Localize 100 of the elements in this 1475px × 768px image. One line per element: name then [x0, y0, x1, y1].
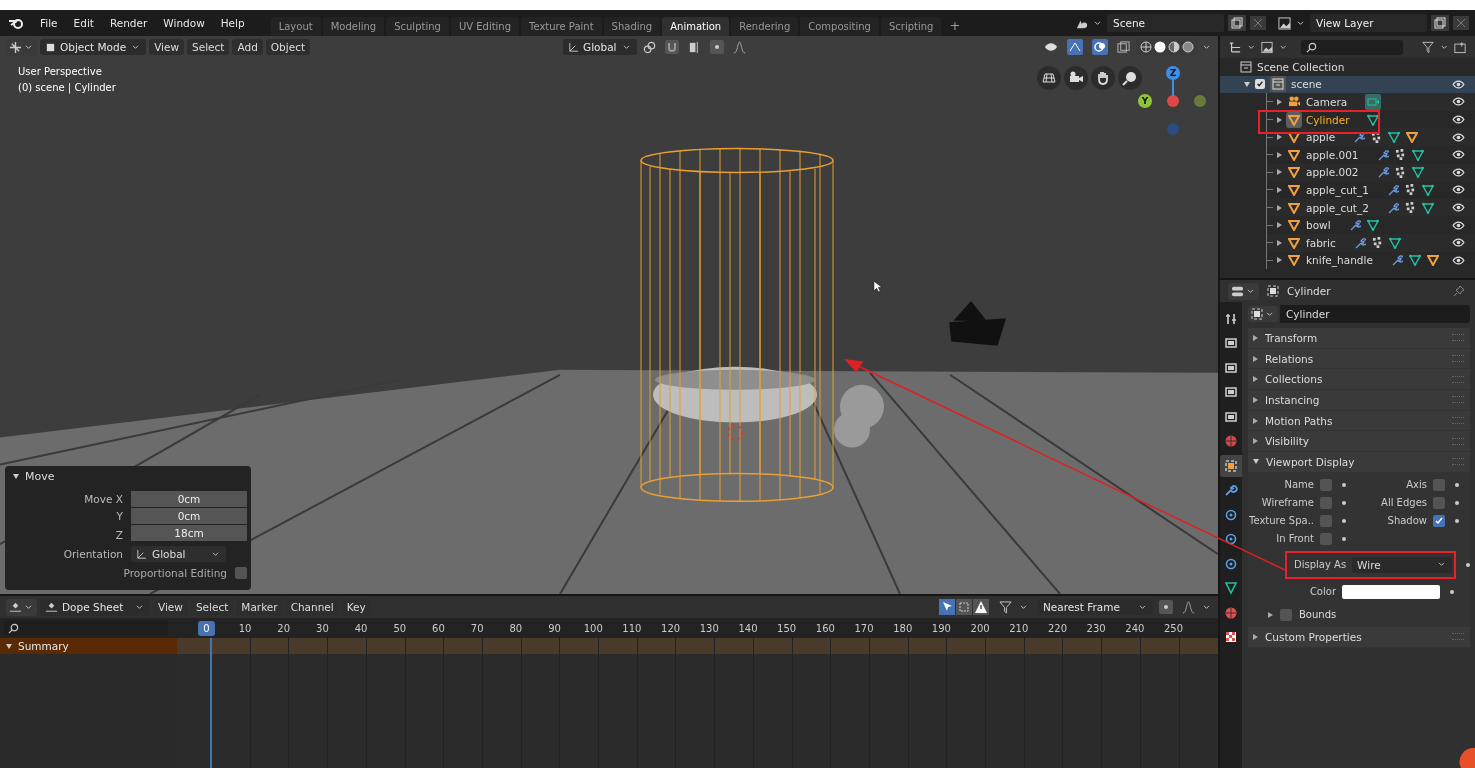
- object-name-field[interactable]: Cylinder: [1280, 305, 1471, 323]
- expand-icon[interactable]: [1253, 334, 1258, 341]
- eye-icon[interactable]: [1452, 79, 1465, 89]
- outliner-icon[interactable]: [1229, 40, 1241, 54]
- collection-name[interactable]: Scene Collection: [1257, 60, 1345, 73]
- object-type-button[interactable]: [1248, 306, 1278, 322]
- falloff-icon[interactable]: [1182, 600, 1195, 614]
- visibility-icon[interactable]: [1044, 42, 1058, 52]
- copy-icon[interactable]: [1431, 15, 1449, 31]
- eye-icon[interactable]: [1452, 97, 1465, 107]
- checkbox[interactable]: [1320, 496, 1332, 509]
- orientation-dropdown[interactable]: Global: [563, 39, 637, 55]
- outliner-row[interactable]: Cylinder: [1267, 110, 1475, 129]
- keyframe-dot[interactable]: [1455, 518, 1459, 523]
- checkbox[interactable]: [1255, 79, 1265, 90]
- expand-icon[interactable]: [1277, 151, 1282, 158]
- eye-icon[interactable]: [1452, 115, 1465, 125]
- number-field[interactable]: 0cm: [131, 491, 247, 507]
- eye-icon[interactable]: [1452, 132, 1465, 142]
- panel-header[interactable]: Custom Properties: [1248, 626, 1471, 648]
- keyframe-dot[interactable]: [1466, 562, 1471, 567]
- eye-icon[interactable]: [1452, 185, 1465, 195]
- checkbox[interactable]: [1320, 532, 1332, 545]
- outliner-row[interactable]: knife_handle: [1267, 251, 1475, 270]
- scene-field[interactable]: Scene: [1107, 14, 1224, 32]
- expand-icon[interactable]: [1253, 417, 1258, 424]
- new-collection-icon[interactable]: [1454, 40, 1467, 54]
- wrench-icon[interactable]: [1376, 166, 1389, 179]
- mesh-data-icon[interactable]: [1388, 236, 1401, 249]
- grid-icon[interactable]: [1037, 66, 1061, 90]
- checkbox[interactable]: [1433, 478, 1445, 491]
- wrench-icon[interactable]: [1386, 183, 1399, 196]
- expand-icon[interactable]: [1253, 376, 1258, 383]
- mode-dropdown[interactable]: Dope Sheet: [40, 598, 150, 616]
- orientation-dropdown[interactable]: Global: [131, 546, 226, 562]
- falloff-icon[interactable]: [732, 40, 746, 54]
- color-swatch[interactable]: [1342, 584, 1440, 599]
- warning-icon[interactable]: [973, 599, 989, 615]
- keyframe-dot[interactable]: [1342, 536, 1346, 541]
- mesh-data-icon[interactable]: [1421, 183, 1434, 196]
- checkbox[interactable]: [1320, 478, 1332, 491]
- wrench-icon[interactable]: [1386, 201, 1399, 214]
- menu-item[interactable]: View: [149, 39, 185, 55]
- menu-item[interactable]: Edit: [67, 15, 100, 31]
- summary-channel[interactable]: Summary: [0, 638, 177, 654]
- checkbox[interactable]: [1280, 608, 1292, 621]
- workspace-tab[interactable]: Scripting: [880, 17, 942, 36]
- view-layer-field[interactable]: View Layer: [1310, 14, 1427, 32]
- keyframe-dot[interactable]: [1450, 589, 1454, 594]
- subpanel-title[interactable]: Bounds: [1299, 609, 1337, 621]
- expand-icon[interactable]: [1277, 239, 1282, 246]
- collapse-icon[interactable]: [13, 474, 19, 479]
- panel-header[interactable]: Transform: [1248, 328, 1471, 349]
- menu-item[interactable]: File: [34, 15, 64, 31]
- wrench-icon[interactable]: [1353, 131, 1366, 144]
- particles-icon[interactable]: [1371, 131, 1383, 143]
- wrench-icon[interactable]: [1376, 148, 1389, 161]
- expand-icon[interactable]: [1277, 204, 1282, 211]
- particles-icon[interactable]: [1404, 184, 1416, 196]
- menu-item[interactable]: Help: [214, 15, 251, 31]
- wrench-icon[interactable]: [1348, 219, 1361, 232]
- expand-icon[interactable]: [1253, 396, 1258, 403]
- snap-icon[interactable]: [687, 40, 701, 54]
- material-shading-icon[interactable]: [1168, 41, 1180, 53]
- outliner-row[interactable]: apple_cut_1: [1267, 181, 1475, 199]
- particles-icon[interactable]: [1404, 202, 1416, 214]
- workspace-tab[interactable]: Layout: [270, 17, 321, 36]
- mesh-data-icon[interactable]: [1411, 166, 1424, 179]
- expand-icon[interactable]: [1244, 81, 1250, 87]
- mode-dropdown[interactable]: Object Mode: [40, 39, 147, 55]
- solid-shading-icon[interactable]: [1154, 41, 1166, 53]
- collection-name[interactable]: scene: [1291, 78, 1322, 91]
- menu-item[interactable]: Window: [157, 15, 211, 31]
- camera-icon[interactable]: [1064, 66, 1088, 90]
- menu-item[interactable]: Add: [232, 39, 263, 55]
- expand-icon[interactable]: [1253, 633, 1258, 640]
- particles-icon[interactable]: [1394, 166, 1406, 178]
- expand-icon[interactable]: [1277, 169, 1282, 176]
- mesh-data-icon[interactable]: [1367, 113, 1380, 126]
- keyframe-dot[interactable]: [1342, 518, 1346, 523]
- workspace-tab[interactable]: Texture Paint: [521, 17, 602, 36]
- menu-item[interactable]: Object: [265, 39, 311, 55]
- eye-icon[interactable]: [1452, 167, 1465, 177]
- eye-icon[interactable]: [1452, 255, 1465, 265]
- keyframe-dot[interactable]: [1342, 482, 1346, 487]
- keyframe-dot[interactable]: [1455, 482, 1459, 487]
- wrench-icon[interactable]: [1390, 254, 1403, 267]
- checkbox[interactable]: [235, 567, 247, 579]
- image-icon[interactable]: [1278, 16, 1291, 30]
- workspace-tab[interactable]: UV Editing: [450, 17, 520, 36]
- expand-icon[interactable]: [1253, 438, 1258, 445]
- workspace-tab[interactable]: Animation: [662, 17, 730, 36]
- close-icon[interactable]: [1250, 16, 1266, 30]
- image-icon[interactable]: [1261, 40, 1274, 54]
- eye-icon[interactable]: [1452, 220, 1465, 230]
- search-field[interactable]: [4, 620, 168, 636]
- particles-icon[interactable]: [1371, 237, 1383, 249]
- eye-icon[interactable]: [1452, 238, 1465, 248]
- number-field[interactable]: 18cm: [131, 525, 247, 541]
- gizmo-icon[interactable]: [1067, 39, 1083, 55]
